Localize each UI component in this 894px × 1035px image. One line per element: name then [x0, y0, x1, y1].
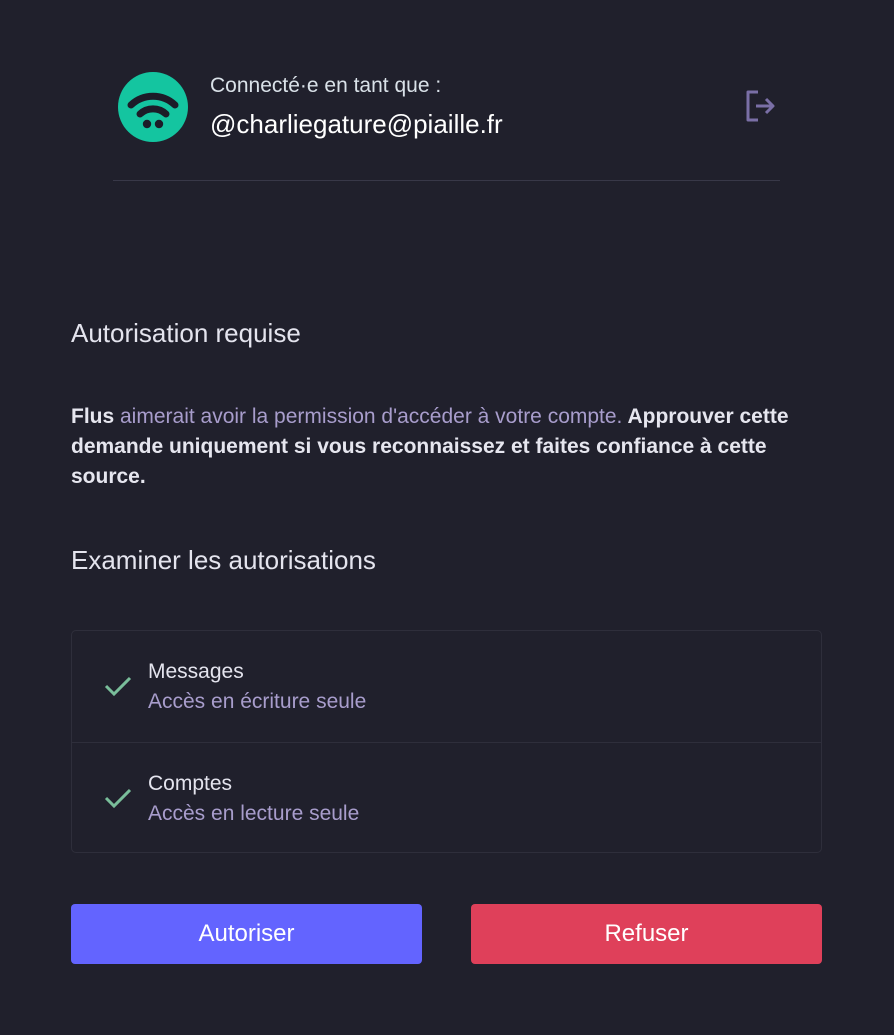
- wifi-logo-icon: [127, 92, 179, 129]
- request-text: aimerait avoir la permission d'accéder à…: [114, 405, 623, 428]
- app-name: Flus: [71, 405, 115, 428]
- authorization-title: Autorisation requise: [71, 318, 301, 348]
- permission-name: Messages: [148, 660, 244, 683]
- authorization-page: Connecté·e en tant que : @charliegature@…: [0, 0, 894, 1035]
- check-icon: [104, 788, 132, 809]
- account-header: Connecté·e en tant que : @charliegature@…: [113, 70, 780, 181]
- authorization-description: Flus aimerait avoir la permission d'accé…: [71, 402, 821, 492]
- permission-description: Accès en écriture seule: [148, 690, 367, 713]
- authorize-button[interactable]: Autoriser: [71, 904, 422, 964]
- permission-item-messages: Messages Accès en écriture seule: [72, 631, 821, 742]
- deny-button[interactable]: Refuser: [471, 904, 822, 964]
- permission-name: Comptes: [148, 772, 233, 795]
- check-icon: [104, 676, 132, 697]
- permission-item-accounts: Comptes Accès en lecture seule: [72, 742, 821, 853]
- permissions-list: Messages Accès en écriture seule Comptes…: [71, 630, 822, 853]
- permission-description: Accès en lecture seule: [148, 802, 360, 825]
- logout-icon: [746, 90, 775, 122]
- signed-in-label: Connecté·e en tant que :: [210, 74, 442, 97]
- avatar: [118, 72, 188, 142]
- logout-button[interactable]: [740, 86, 780, 126]
- review-title: Examiner les autorisations: [71, 545, 376, 575]
- account-handle: @charliegature@piaille.fr: [210, 109, 503, 139]
